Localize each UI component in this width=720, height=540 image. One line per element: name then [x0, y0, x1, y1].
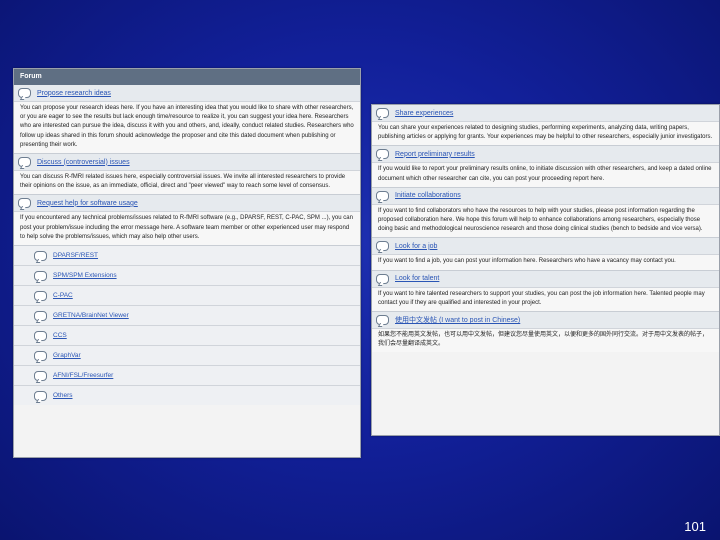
speech-bubble-icon: [34, 290, 47, 301]
subforum-link[interactable]: Others: [53, 392, 73, 399]
subforum-item[interactable]: DPARSF/REST: [14, 246, 360, 267]
forum-category-link[interactable]: Discuss (controversial) issues: [37, 159, 130, 166]
speech-bubble-icon: [18, 157, 31, 168]
forum-category: Look for talent If you want to hire tale…: [372, 270, 719, 313]
forum-category: Look for a job If you want to find a job…: [372, 238, 719, 271]
forum-panel-right: Share experiences You can share your exp…: [371, 104, 720, 436]
forum-category-link[interactable]: Initiate collaborations: [395, 192, 461, 199]
forum-category-description: If you want to find collaborators who ha…: [378, 207, 703, 233]
forum-category-link[interactable]: 使用中文发帖 (I want to post in Chinese): [395, 315, 520, 325]
speech-bubble-icon: [34, 330, 47, 341]
forum-category-description: You can share your experiences related t…: [378, 125, 713, 141]
speech-bubble-icon: [376, 190, 389, 201]
subforum-item[interactable]: C-PAC: [14, 286, 360, 307]
forum-category: Share experiences You can share your exp…: [372, 105, 719, 147]
forum-category-title-row[interactable]: Discuss (controversial) issues: [14, 154, 360, 172]
forum-category-description: If you want to hire talented researchers…: [378, 290, 705, 306]
speech-bubble-icon: [376, 108, 389, 118]
forum-category: 使用中文发帖 (I want to post in Chinese) 如果您不能…: [372, 312, 719, 353]
subforum-item[interactable]: SPM/SPM Extensions: [14, 266, 360, 287]
forum-panel-left: Forum Propose research ideas You can pro…: [13, 68, 361, 458]
speech-bubble-icon: [34, 350, 47, 361]
forum-category-link[interactable]: Look for a job: [395, 243, 437, 250]
speech-bubble-icon: [18, 88, 31, 98]
forum-category: Report preliminary results If you would …: [372, 146, 719, 188]
subforum-item[interactable]: Others: [14, 386, 360, 406]
subforum-item[interactable]: CCS: [14, 326, 360, 347]
forum-category-link[interactable]: Share experiences: [395, 110, 453, 117]
forum-category-link[interactable]: Propose research ideas: [37, 90, 111, 97]
forum-category: Request help for software usage If you e…: [14, 195, 360, 247]
forum-category-description: 如果您不能用英文发帖，也可以用中文发帖，但建议您尽量使用英文，以便和更多的国外同…: [378, 332, 709, 348]
forum-category-title-row[interactable]: 使用中文发帖 (I want to post in Chinese): [372, 312, 719, 330]
forum-header: Forum: [14, 69, 360, 85]
forum-category: Propose research ideas You can propose y…: [14, 85, 360, 155]
speech-bubble-icon: [34, 270, 47, 281]
forum-category-title-row[interactable]: Propose research ideas: [14, 85, 360, 102]
speech-bubble-icon: [34, 310, 47, 321]
forum-category-link[interactable]: Look for talent: [395, 275, 439, 282]
speech-bubble-icon: [34, 250, 47, 261]
subforum-link[interactable]: GraphVar: [53, 352, 81, 359]
forum-category-title-row[interactable]: Look for a job: [372, 238, 719, 256]
forum-category-description: If you encountered any technical problem…: [20, 215, 353, 240]
forum-category-link[interactable]: Report preliminary results: [395, 151, 475, 158]
subforum-link[interactable]: AFNI/FSL/Freesurfer: [53, 372, 113, 379]
forum-category-title-row[interactable]: Report preliminary results: [372, 146, 719, 164]
speech-bubble-icon: [376, 273, 389, 284]
speech-bubble-icon: [34, 370, 47, 381]
forum-category-description: If you want to find a job, you can post …: [378, 258, 676, 265]
speech-bubble-icon: [376, 241, 389, 252]
subforum-item[interactable]: GraphVar: [14, 346, 360, 367]
speech-bubble-icon: [376, 315, 389, 326]
forum-category-description: You can propose your research ideas here…: [20, 105, 354, 148]
speech-bubble-icon: [34, 390, 47, 401]
subforum-item[interactable]: GRETNA/BrainNet Viewer: [14, 306, 360, 327]
forum-category: Discuss (controversial) issues You can d…: [14, 154, 360, 196]
forum-category: Initiate collaborations If you want to f…: [372, 187, 719, 239]
subforum-link[interactable]: CCS: [53, 332, 67, 339]
speech-bubble-icon: [18, 198, 31, 209]
slide-page-number: 101: [684, 519, 706, 534]
forum-category-title-row[interactable]: Initiate collaborations: [372, 187, 719, 205]
subforum-link[interactable]: GRETNA/BrainNet Viewer: [53, 312, 129, 319]
subforum-link[interactable]: DPARSF/REST: [53, 252, 98, 259]
subforum-link[interactable]: C-PAC: [53, 292, 73, 299]
forum-category-link[interactable]: Request help for software usage: [37, 200, 138, 207]
speech-bubble-icon: [376, 149, 389, 160]
forum-category-title-row[interactable]: Share experiences: [372, 105, 719, 122]
forum-category-title-row[interactable]: Look for talent: [372, 270, 719, 288]
forum-category-description: You can discuss R-fMRI related issues he…: [20, 174, 346, 190]
subforum-link[interactable]: SPM/SPM Extensions: [53, 272, 117, 279]
forum-category-description: If you would like to report your prelimi…: [378, 166, 712, 182]
forum-category-title-row[interactable]: Request help for software usage: [14, 195, 360, 213]
subforum-item[interactable]: AFNI/FSL/Freesurfer: [14, 366, 360, 387]
